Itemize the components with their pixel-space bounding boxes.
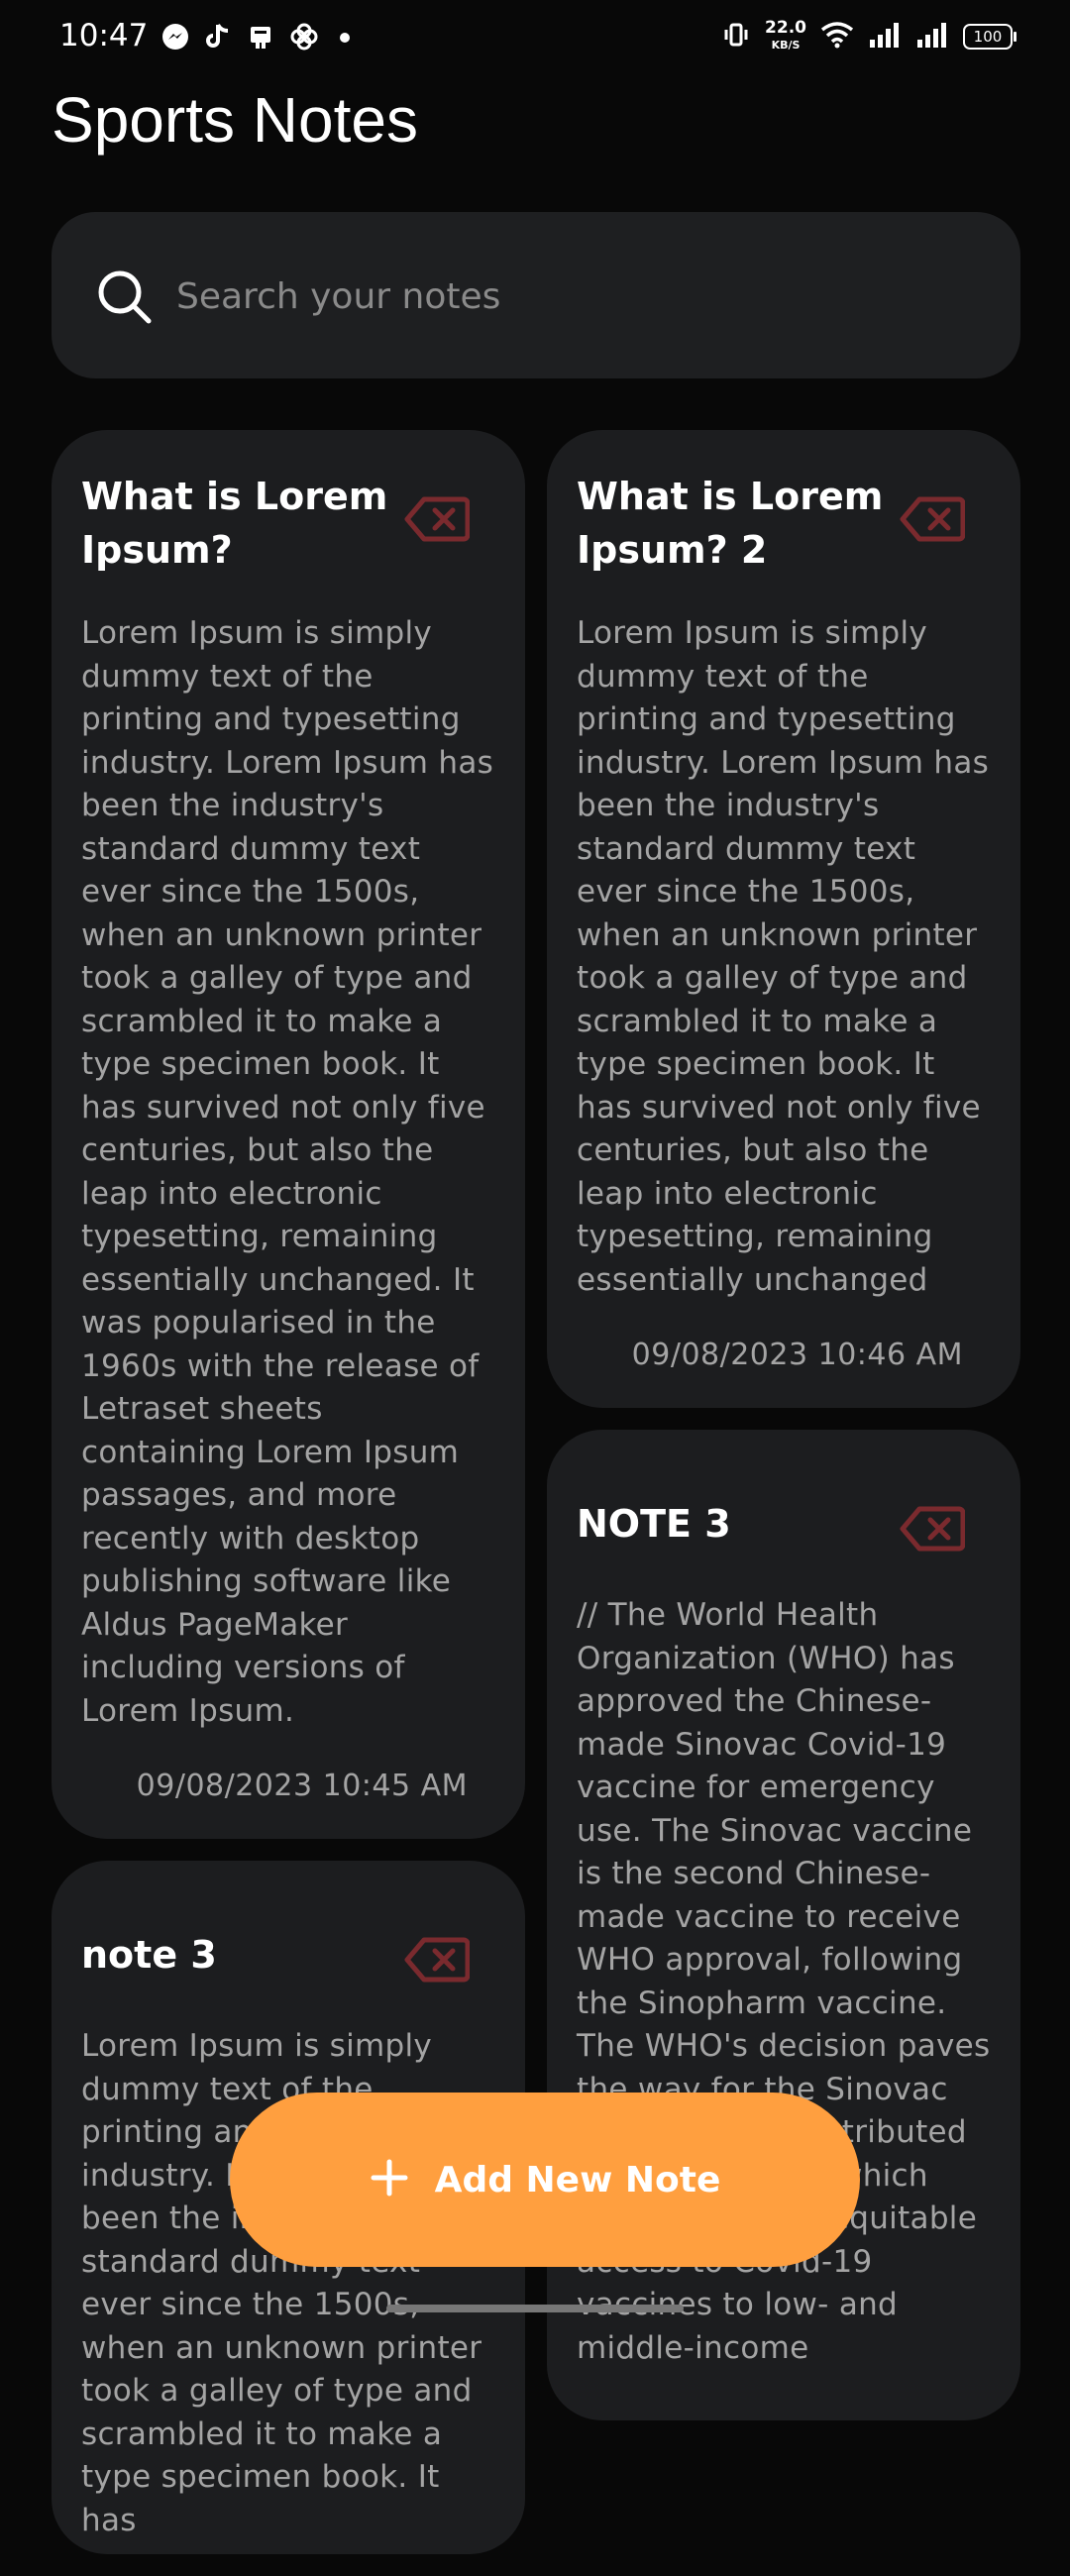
- note-title: note 3: [81, 1933, 217, 1977]
- search-bar[interactable]: [52, 212, 1020, 378]
- add-new-note-label: Add New Note: [434, 2159, 721, 2200]
- more-notifications-dot-icon: [333, 22, 357, 55]
- note-card[interactable]: What is Lorem Ipsum? Lorem Ipsum is simp…: [52, 430, 525, 1839]
- status-time: 10:47: [59, 18, 149, 54]
- vibrate-icon: [721, 20, 751, 54]
- note-card[interactable]: What is Lorem Ipsum? 2 Lorem Ipsum is si…: [547, 430, 1020, 1408]
- network-speed: 22.0 KB/S: [765, 20, 806, 54]
- tiktok-icon: [204, 22, 232, 55]
- notification-icons: [160, 22, 357, 55]
- delete-note-icon[interactable]: [404, 1936, 471, 1987]
- delete-note-icon[interactable]: [900, 495, 966, 547]
- signal-2-icon: [915, 20, 949, 54]
- add-new-note-button[interactable]: Add New Note: [230, 2093, 860, 2267]
- note-title: NOTE 3: [577, 1502, 731, 1546]
- status-bar: 10:47 22.0 KB/S 100: [0, 0, 1070, 79]
- note-date: 09/08/2023 10:45 AM: [136, 1769, 468, 1803]
- note-title: What is Lorem Ipsum? 2: [577, 475, 884, 572]
- note-date: 09/08/2023 10:46 AM: [631, 1338, 963, 1372]
- note-card[interactable]: NOTE 3 // The World Health Organization …: [547, 1430, 1020, 2420]
- network-speed-unit: KB/S: [771, 39, 801, 52]
- delete-note-icon[interactable]: [900, 1505, 966, 1556]
- plus-icon: [370, 2158, 409, 2201]
- app-notification-icon: [246, 22, 275, 55]
- delete-note-icon[interactable]: [404, 495, 471, 547]
- network-speed-value: 22.0: [765, 18, 806, 38]
- note-body: Lorem Ipsum is simply dummy text of the …: [81, 615, 494, 1729]
- note-body: Lorem Ipsum is simply dummy text of the …: [577, 615, 990, 1298]
- search-icon: [97, 269, 153, 329]
- system-indicators: 22.0 KB/S 100: [721, 20, 1016, 54]
- home-indicator[interactable]: [386, 2305, 684, 2312]
- page-title: Sports Notes: [52, 84, 418, 156]
- messenger-icon: [160, 22, 190, 55]
- pinwheel-icon: [289, 22, 319, 55]
- wifi-icon: [820, 20, 854, 54]
- search-input[interactable]: [174, 266, 971, 327]
- signal-icon: [868, 20, 902, 54]
- battery-icon: 100: [963, 24, 1016, 50]
- note-title: What is Lorem Ipsum?: [81, 475, 388, 572]
